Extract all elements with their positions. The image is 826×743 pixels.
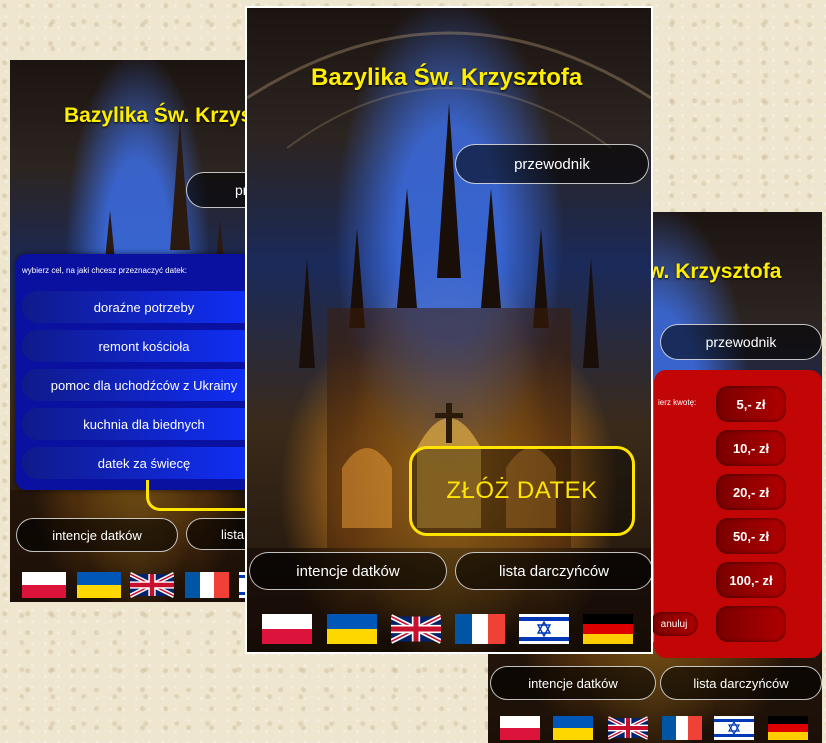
- amount-button-5[interactable]: 5,- zł: [716, 386, 786, 422]
- amount-label: 50,- zł: [732, 528, 770, 544]
- flag-germany-icon[interactable]: [768, 716, 808, 740]
- purpose-option-ukraine-refugees[interactable]: pomoc dla uchodźców z Ukrainy: [22, 369, 265, 401]
- purpose-option-label: remont kościoła: [98, 338, 190, 354]
- flag-poland-icon[interactable]: [22, 572, 66, 598]
- amount-label: 5,- zł: [736, 396, 766, 412]
- flag-ukraine-icon[interactable]: [327, 614, 377, 644]
- app-title: Bazylika Św. Krzysztofa: [311, 64, 583, 91]
- intentions-button-label: intencje datków: [528, 675, 618, 691]
- intentions-button-label: intencje datków: [52, 527, 142, 543]
- purpose-option-soup-kitchen[interactable]: kuchnia dla biednych: [22, 408, 265, 440]
- flag-france-icon[interactable]: [662, 716, 702, 740]
- intentions-button[interactable]: intencje datków: [490, 666, 656, 700]
- flag-france-icon[interactable]: [185, 572, 229, 598]
- amount-panel: ierz kwotę: 5,- zł 10,- zł 20,- zł 50,- …: [650, 370, 822, 658]
- amount-button-100[interactable]: 100,- zł: [716, 562, 786, 598]
- amount-prompt: ierz kwotę:: [658, 398, 697, 407]
- flag-france-icon[interactable]: [455, 614, 505, 644]
- amount-button-50[interactable]: 50,- zł: [716, 518, 786, 554]
- donate-button[interactable]: ZŁÓŻ DATEK: [409, 446, 635, 536]
- donate-button-label: ZŁÓŻ DATEK: [446, 477, 598, 504]
- donors-button[interactable]: lista darczyńców: [455, 552, 651, 590]
- intentions-button-label: intencje datków: [296, 562, 400, 580]
- donors-button-label: lista darczyńców: [693, 675, 789, 691]
- flag-israel-icon[interactable]: [519, 614, 569, 644]
- cancel-button[interactable]: anuluj: [650, 612, 698, 636]
- purpose-prompt: wybierz cel, na jaki chcesz przeznaczyć …: [22, 266, 187, 275]
- cancel-button-label: anuluj: [660, 618, 688, 630]
- donors-button[interactable]: lista darczyńców: [660, 666, 822, 700]
- amount-button-10[interactable]: 10,- zł: [716, 430, 786, 466]
- amount-label: 10,- zł: [732, 440, 770, 456]
- purpose-option-label: doraźne potrzeby: [93, 299, 195, 315]
- purpose-option-label: kuchnia dla biednych: [83, 416, 205, 432]
- purpose-option-label: pomoc dla uchodźców z Ukrainy: [50, 377, 238, 393]
- donors-button-label: lista darczyńców: [498, 562, 610, 580]
- flag-uk-icon[interactable]: [130, 572, 174, 598]
- flag-uk-icon[interactable]: [608, 716, 648, 740]
- flag-poland-icon[interactable]: [500, 716, 540, 740]
- guide-button[interactable]: przewodnik: [660, 324, 822, 360]
- intentions-button[interactable]: intencje datków: [16, 518, 178, 552]
- donate-button-edge: [146, 480, 262, 511]
- amount-button-other[interactable]: [716, 606, 786, 642]
- amount-label: 20,- zł: [732, 484, 770, 500]
- purpose-option-candle[interactable]: datek za świecę: [22, 447, 265, 479]
- flag-israel-icon[interactable]: [714, 716, 754, 740]
- guide-button[interactable]: przewodnik: [455, 144, 649, 184]
- intentions-button[interactable]: intencje datków: [249, 552, 447, 590]
- flag-germany-icon[interactable]: [583, 614, 633, 644]
- purpose-option-church-renovation[interactable]: remont kościoła: [22, 330, 265, 362]
- amount-label: 100,- zł: [729, 572, 773, 588]
- purpose-panel: wybierz cel, na jaki chcesz przeznaczyć …: [16, 254, 265, 490]
- amount-button-20[interactable]: 20,- zł: [716, 474, 786, 510]
- app-title: Bazylika Św. Krzysztofa: [64, 104, 265, 127]
- flag-uk-icon[interactable]: [391, 614, 441, 644]
- purpose-option-urgent-needs[interactable]: doraźne potrzeby: [22, 291, 265, 323]
- screen-center: Bazylika Św. Krzysztofa przewodnik ZŁÓŻ …: [247, 8, 651, 652]
- guide-button-label: przewodnik: [705, 334, 777, 350]
- screen-left: Bazylika Św. Krzysztofa przewodnik wybie…: [10, 60, 265, 602]
- flag-ukraine-icon[interactable]: [553, 716, 593, 740]
- guide-button-label: przewodnik: [514, 155, 590, 173]
- purpose-option-label: datek za świecę: [97, 455, 191, 471]
- app-title-partial: w. Krzysztofa: [648, 260, 782, 283]
- flag-ukraine-icon[interactable]: [77, 572, 121, 598]
- flag-poland-icon[interactable]: [262, 614, 312, 644]
